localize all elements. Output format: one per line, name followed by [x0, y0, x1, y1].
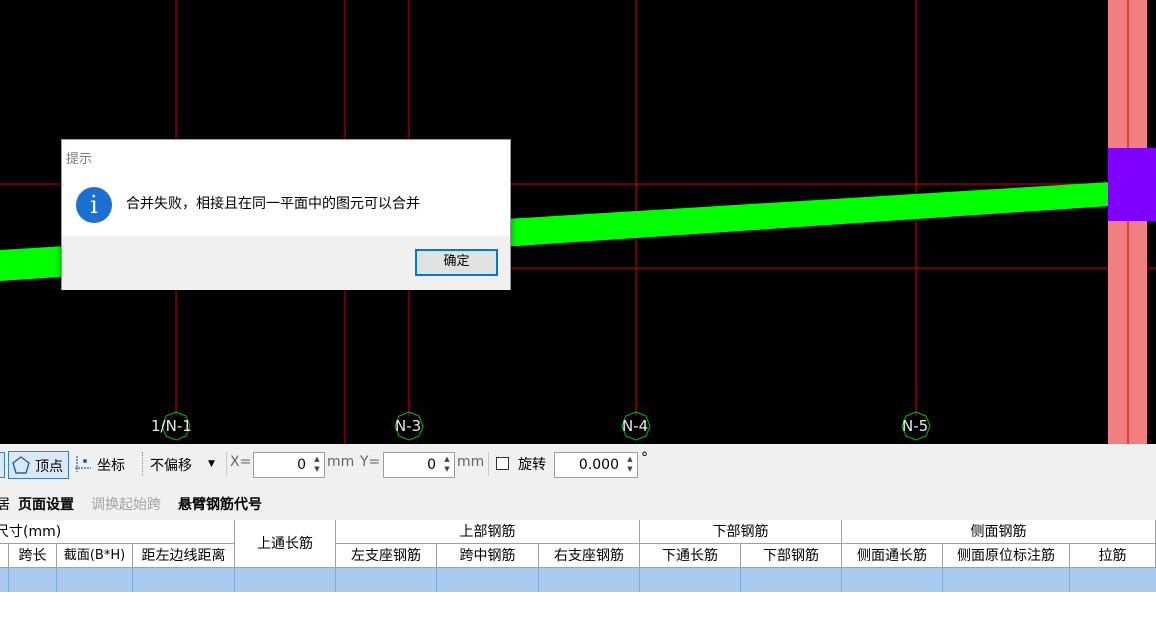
offset-select-value: 不偏移: [150, 458, 192, 474]
ok-button[interactable]: 确定: [415, 249, 498, 276]
header-left-support: 左支座钢筋: [336, 544, 437, 568]
axis-label-3: N-4: [622, 417, 649, 435]
table-cell[interactable]: [640, 568, 741, 592]
header-section: 截面(B*H): [57, 544, 133, 568]
y-value: 0: [427, 457, 436, 473]
menu-item-page-setup[interactable]: 页面设置: [18, 494, 74, 514]
vertex-icon: [12, 456, 30, 474]
y-label: Y=: [360, 454, 381, 470]
coordinate-label: 坐标: [97, 458, 125, 474]
table-cell[interactable]: [0, 568, 9, 592]
degree-symbol: °: [641, 450, 648, 466]
vertex-label: 顶点: [35, 459, 63, 475]
rotate-value: 0.000: [578, 457, 619, 473]
column-block: [1108, 148, 1156, 221]
table-cell[interactable]: [57, 568, 133, 592]
snap-toolbar: 顶点 坐标 不偏移 ▼ X= 0 ▲ ▼ mm Y= 0 ▲ ▼ mm 旋转 0.0…: [0, 444, 1156, 486]
header-left-edge-distance: 距左边线距离: [133, 544, 235, 568]
menu-item-cut[interactable]: 居: [0, 494, 10, 514]
action-menu-bar: 居 页面设置 调换起始跨 悬臂钢筋代号: [0, 486, 1156, 520]
menu-item-cantilever-code[interactable]: 悬臂钢筋代号: [178, 494, 262, 514]
x-label: X=: [230, 454, 252, 470]
spin-arrows-icon: ▲ ▼: [627, 455, 633, 473]
vertex-snap-button[interactable]: 顶点: [8, 451, 69, 479]
table-cell[interactable]: [1070, 568, 1156, 592]
axis-label-1: 1/N-1: [151, 417, 192, 435]
header-right-support: 右支座钢筋: [539, 544, 640, 568]
header-side-rebar: 侧面钢筋: [842, 520, 1156, 544]
table-cell[interactable]: [943, 568, 1070, 592]
table-cell[interactable]: [235, 568, 336, 592]
header-side-through: 侧面通长筋: [842, 544, 943, 568]
header-top-rebar: 上部钢筋: [336, 520, 640, 544]
dialog-title: 提示: [66, 152, 93, 167]
table-cell[interactable]: [842, 568, 943, 592]
dialog-footer: 确定: [62, 236, 510, 290]
toolbar-separator: [142, 452, 143, 476]
toolbar-left-edge: [0, 452, 5, 478]
table-cell[interactable]: [437, 568, 539, 592]
header-bottom-through: 下通长筋: [640, 544, 741, 568]
table-cell[interactable]: [336, 568, 437, 592]
header-side-inplace: 侧面原位标注筋: [943, 544, 1070, 568]
span-rebar-table: 尺寸(mm) 上通长筋 上部钢筋 下部钢筋 侧面钢筋 跨长 截面(B*H) 距左…: [0, 520, 1156, 620]
table-row[interactable]: [0, 568, 1156, 592]
dialog-message: 合并失败，相接且在同一平面中的图元可以合并: [126, 196, 420, 212]
header-mid-span: 跨中钢筋: [437, 544, 539, 568]
toolbar-separator: [488, 452, 489, 476]
rotate-label: 旋转: [518, 457, 546, 473]
header-cut-left: [0, 544, 9, 568]
header-bottom-rebar-sub: 下部钢筋: [741, 544, 842, 568]
table-cell[interactable]: [741, 568, 842, 592]
message-dialog: 提示 i 合并失败，相接且在同一平面中的图元可以合并 确定: [61, 139, 511, 290]
info-icon: i: [76, 187, 112, 223]
header-bottom-rebar: 下部钢筋: [640, 520, 842, 544]
header-size: 尺寸(mm): [0, 520, 235, 544]
chevron-down-icon: ▼: [208, 459, 215, 469]
table-cell[interactable]: [133, 568, 235, 592]
x-input[interactable]: 0 ▲ ▼: [253, 452, 325, 478]
coordinate-snap-button[interactable]: 坐标: [73, 451, 133, 479]
table-cell[interactable]: [9, 568, 57, 592]
y-input[interactable]: 0 ▲ ▼: [383, 452, 455, 478]
coordinate-icon: [75, 456, 91, 472]
x-unit: mm: [327, 454, 355, 470]
axis-label-4: N-5: [902, 417, 929, 435]
spin-arrows-icon: ▲ ▼: [444, 455, 450, 473]
table-cell[interactable]: [539, 568, 640, 592]
y-unit: mm: [457, 454, 485, 470]
header-top-through: 上通长筋: [235, 520, 336, 568]
x-value: 0: [297, 457, 306, 473]
axis-label-2: N-3: [395, 417, 422, 435]
spin-arrows-icon: ▲ ▼: [314, 455, 320, 473]
header-span-length: 跨长: [9, 544, 57, 568]
offset-select[interactable]: 不偏移 ▼: [148, 451, 223, 479]
header-tie-bar: 拉筋: [1070, 544, 1156, 568]
menu-item-swap-start-span[interactable]: 调换起始跨: [91, 494, 161, 514]
toolbar-separator: [226, 452, 227, 476]
rotate-checkbox[interactable]: [496, 457, 509, 470]
rotate-input[interactable]: 0.000 ▲ ▼: [554, 452, 638, 478]
